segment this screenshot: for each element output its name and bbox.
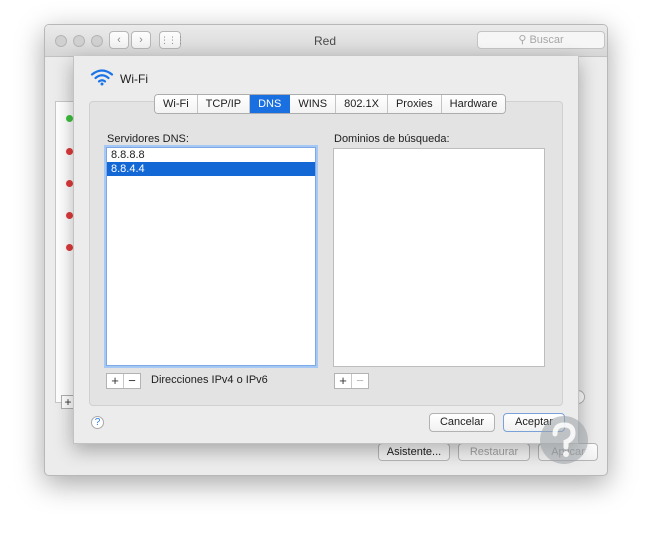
dns-add-remove-control: + −: [106, 373, 141, 389]
tab-tcp-ip[interactable]: TCP/IP: [197, 95, 251, 113]
minimize-window-button[interactable]: [73, 35, 85, 47]
zoom-window-button[interactable]: [91, 35, 103, 47]
dns-settings-sheet: Wi-Fi Wi-Fi TCP/IP DNS WINS 802.1X Proxi…: [73, 56, 579, 444]
cancel-button[interactable]: Cancelar: [429, 413, 495, 432]
search-input[interactable]: ⚲ Buscar: [477, 31, 605, 49]
assistant-button[interactable]: Asistente...: [378, 443, 450, 461]
interface-name: Wi-Fi: [120, 72, 148, 86]
remove-search-domain-button[interactable]: −: [351, 374, 368, 388]
chevron-left-icon: ‹: [117, 34, 121, 46]
plus-icon: +: [64, 395, 72, 409]
tab-proxies[interactable]: Proxies: [387, 95, 442, 113]
tab-8021x[interactable]: 802.1X: [336, 95, 388, 113]
tab-bar: Wi-Fi TCP/IP DNS WINS 802.1X Proxies Har…: [154, 94, 507, 114]
window-title: Red: [313, 34, 336, 48]
list-item[interactable]: 8.8.4.4: [107, 162, 315, 176]
list-item[interactable]: 8.8.8.8: [107, 148, 315, 162]
title-bar: ‹ › ⋮⋮⋮ Red ⚲ Buscar: [45, 25, 607, 57]
service-status-dot: [66, 244, 73, 251]
watermark-logo: [540, 416, 588, 464]
close-window-button[interactable]: [55, 35, 67, 47]
show-all-button[interactable]: ⋮⋮⋮: [159, 31, 185, 49]
tab-hardware[interactable]: Hardware: [441, 95, 506, 113]
service-status-dot: [66, 212, 73, 219]
address-hint: Direcciones IPv4 o IPv6: [151, 374, 268, 386]
remove-dns-server-button[interactable]: −: [123, 374, 140, 388]
minus-icon: −: [128, 373, 136, 388]
tab-wins[interactable]: WINS: [290, 95, 337, 113]
grid-icon: ⋮⋮⋮: [160, 35, 185, 45]
help-button[interactable]: ?: [91, 416, 104, 429]
help-icon: ?: [94, 417, 101, 428]
forward-button[interactable]: ›: [131, 31, 151, 49]
service-status-dot: [66, 148, 73, 155]
add-search-domain-button[interactable]: +: [335, 374, 351, 388]
restore-button[interactable]: Restaurar: [458, 443, 530, 461]
search-domains-list[interactable]: [333, 148, 545, 367]
plus-icon: +: [339, 373, 347, 388]
tab-dns[interactable]: DNS: [250, 95, 291, 113]
chevron-right-icon: ›: [139, 34, 143, 46]
minus-icon: −: [356, 373, 364, 388]
domain-add-remove-control: + −: [334, 373, 369, 389]
dns-servers-label: Servidores DNS:: [107, 133, 189, 145]
dns-servers-list[interactable]: 8.8.8.8 8.8.4.4: [106, 147, 316, 366]
service-status-dot: [66, 115, 73, 122]
search-icon: ⚲: [518, 34, 527, 46]
plus-icon: +: [111, 373, 119, 388]
add-dns-server-button[interactable]: +: [107, 374, 123, 388]
back-button[interactable]: ‹: [109, 31, 129, 49]
service-status-dot: [66, 180, 73, 187]
wifi-icon: [90, 69, 114, 86]
search-domains-label: Dominios de búsqueda:: [334, 133, 450, 145]
search-placeholder: Buscar: [529, 34, 564, 46]
tab-wifi[interactable]: Wi-Fi: [155, 95, 198, 113]
